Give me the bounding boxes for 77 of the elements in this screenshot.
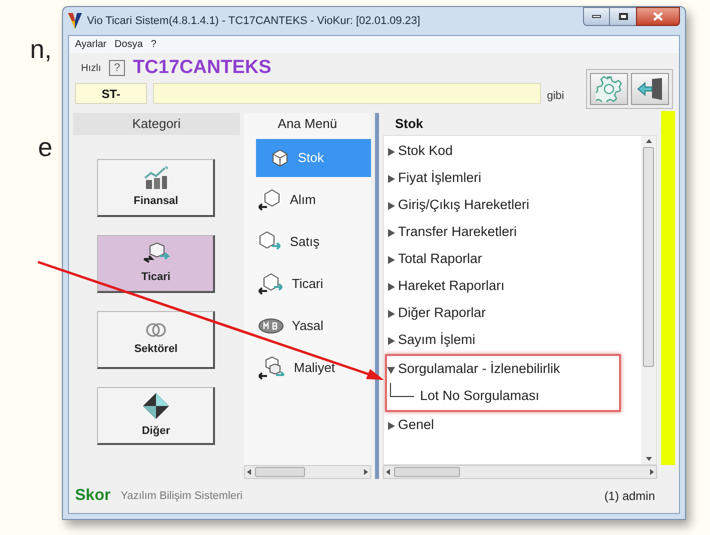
expand-icon[interactable] [386,310,395,318]
scroll-left-icon[interactable] [246,469,251,475]
scroll-left-icon[interactable] [386,469,390,475]
main-menu-item[interactable]: Ticari [244,265,371,303]
expand-icon[interactable] [386,202,395,210]
box-icon [258,189,282,211]
vertical-scrollbar[interactable] [641,136,656,464]
tree-item[interactable]: Giriş/Çıkış Hareketleri [386,192,642,219]
maximize-icon [618,13,628,20]
menu-item[interactable]: Dosya [114,40,143,50]
category-button[interactable]: Finansal [97,159,216,217]
window-title: Vio Ticari Sistem(4.8.1.4.1) - TC17CANTEKS - VioKur: [02.01.09.23] [87,14,420,29]
scroll-right-icon[interactable] [650,469,654,475]
tree-item[interactable]: Stok Kod [386,138,642,165]
expand-icon[interactable] [386,228,395,236]
tree-item[interactable]: Sorgulamalar - İzlenebilirlik [386,356,620,383]
suffix-label: gibi [547,88,564,104]
tree-item[interactable]: Diğer Raporlar [386,300,642,327]
scroll-down-icon[interactable] [646,457,652,461]
tree-item[interactable]: Hareket Raporları [386,273,642,300]
diamond-icon [142,392,170,420]
badge-icon [258,318,284,334]
expand-icon[interactable] [386,336,395,344]
tree-item[interactable]: Sayım İşlemi [386,327,642,354]
tree-item[interactable]: Fiyat İşlemleri [386,165,642,192]
main-menu-item[interactable]: Satış [244,223,371,261]
code-field[interactable]: ST- [75,83,147,104]
scroll-right-icon[interactable] [364,469,368,475]
help-button[interactable]: ? [109,60,125,76]
exit-door-icon [636,77,664,101]
expand-icon[interactable] [386,422,395,430]
minimize-icon [592,15,601,18]
settings-button[interactable] [590,73,628,105]
box-icon [258,356,286,380]
horizontal-scrollbar[interactable] [244,465,371,479]
box-icon [270,148,290,168]
main-menu-item[interactable]: Alım [244,181,371,219]
tree-item[interactable]: Total Raporlar [386,246,642,273]
scroll-up-icon[interactable] [646,139,652,143]
menu-item[interactable]: Ayarlar [75,40,106,50]
expand-icon[interactable] [386,174,395,182]
tree-item[interactable]: Transfer Hareketleri [386,219,642,246]
search-field[interactable] [153,83,541,104]
column-header: Ana Menü [244,113,371,135]
column-header: Stok [394,115,424,134]
exit-button[interactable] [631,73,669,105]
main-menu-item[interactable]: Maliyet [244,349,371,387]
rings-icon [144,322,167,338]
category-button[interactable]: Diğer [97,387,216,445]
brand-name: Skor [75,486,111,506]
company-name: TC17CANTEKS [133,56,272,80]
document-text: e [38,131,52,164]
column-header: Kategori [73,113,240,135]
menu-item[interactable]: ? [150,40,156,50]
tree-connector-line [390,382,414,396]
main-menu-item[interactable]: Yasal [244,307,371,345]
minimize-button[interactable] [583,7,610,26]
horizontal-scrollbar[interactable] [382,465,658,479]
category-button[interactable]: Ticari [97,235,216,293]
chart-icon [142,166,169,190]
expand-icon[interactable] [386,148,395,156]
tree-item[interactable]: Genel [386,412,642,439]
expand-icon[interactable] [386,282,395,290]
app-logo-icon [68,13,82,29]
category-button[interactable]: Sektörel [97,311,216,369]
maximize-button[interactable] [610,7,636,26]
brand-tagline: Yazılım Bilişim Sistemleri [120,488,243,504]
close-icon [653,12,663,21]
document-text: n, [30,33,52,66]
settings-icon [596,76,622,102]
quick-label: Hızlı [81,62,101,76]
collapse-icon[interactable] [386,366,395,374]
box-icon [258,273,284,295]
user-label: (1) admin [604,488,655,505]
expand-icon[interactable] [386,256,395,264]
close-button[interactable] [636,7,680,26]
tree-item[interactable]: Lot No Sorgulaması [386,383,620,410]
